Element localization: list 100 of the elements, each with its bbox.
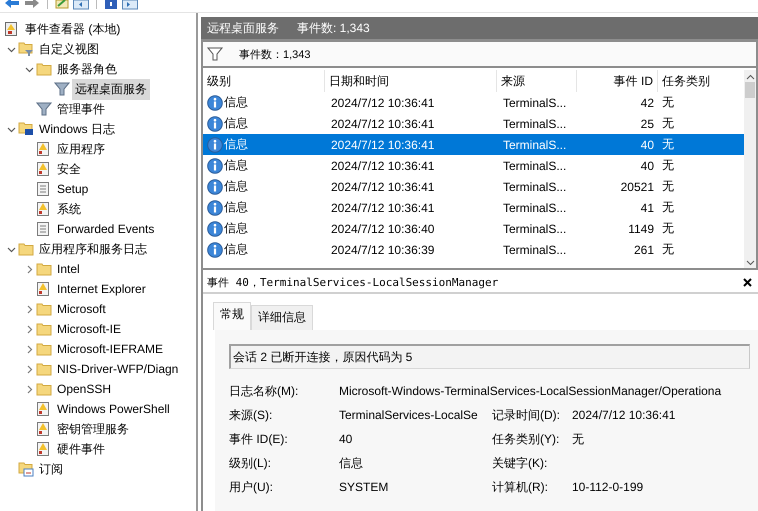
tree-item[interactable]: 服务器角色 [54,58,120,80]
tree-item[interactable]: 管理事件 [54,98,108,120]
folder-icon [36,322,52,336]
field-value: Microsoft-Windows-TerminalServices-LocalSessionManager/Operationa [339,384,722,398]
folder-icon [36,262,52,276]
panel-icon[interactable] [73,0,89,10]
chevron-right-icon[interactable] [24,364,34,374]
tree-item[interactable]: Microsoft-IEFRAME [54,340,166,358]
tree-item[interactable]: Microsoft [54,300,109,318]
event-row[interactable]: 信息 2024/7/12 10:36:41 TerminalS... 25 无 [203,113,744,134]
log-warning-icon [36,141,50,157]
table-cell: 信息 [224,94,248,111]
chevron-down-icon[interactable] [24,64,34,74]
event-count: 事件数：1,343 [239,48,311,62]
chevron-right-icon[interactable] [24,344,34,354]
field-value: 10-112-0-199 [572,480,644,494]
log-warning-icon [36,401,50,417]
event-row[interactable]: 信息 2024/7/12 10:36:40 TerminalS... 1149 无 [203,218,744,239]
folder-icon [36,382,52,396]
column-header[interactable]: 日期和时间 [325,70,497,92]
tab[interactable]: 常规 [213,302,251,330]
chevron-right-icon[interactable] [24,384,34,394]
scroll-up-icon[interactable] [746,74,754,80]
tree-item[interactable]: Internet Explorer [54,280,149,298]
tree-item[interactable]: 自定义视图 [36,38,102,60]
forward-icon[interactable] [24,0,40,10]
event-row[interactable]: 信息 2024/7/12 10:36:41 TerminalS... 41 无 [203,197,744,218]
field-label: 事件 ID(E): [229,430,289,448]
table-cell-text: 无 [661,178,675,195]
info-icon [207,94,223,110]
table-cell-text: 无 [661,241,675,258]
properties-icon[interactable] [55,0,69,10]
info-icon [207,200,223,216]
table-cell: 信息 [224,178,248,195]
panel-icon[interactable] [122,0,138,10]
event-count: 事件数: 1,343 [297,20,370,36]
tree-item[interactable]: 应用程序和服务日志 [36,238,150,260]
tree-item[interactable]: Microsoft-IE [54,320,124,338]
back-icon[interactable] [4,0,20,10]
field-label: 记录时间(D): [492,406,561,424]
help-icon[interactable] [104,0,118,10]
table-cell-text: 无 [661,157,675,174]
folder-icon [36,62,52,76]
log-icon [36,181,50,197]
scrollbar[interactable] [744,70,756,268]
tree-item[interactable]: NIS-Driver-WFP/Diagn [54,360,182,378]
table-cell-text: 20521 [620,180,655,194]
table-cell: 信息 [224,136,248,153]
event-title: 事件 40，TerminalServices-LocalSessionManager [207,274,498,290]
scroll-down-icon[interactable] [746,260,754,266]
tree-item[interactable]: 应用程序 [54,138,108,160]
table-cell-text: 2024/7/12 10:36:39 [330,242,436,256]
tree-item[interactable]: Windows 日志 [36,118,118,140]
tree-item[interactable]: 远程桌面服务 [72,78,150,100]
chevron-right-icon[interactable] [24,304,34,314]
tree-item[interactable]: Setup [54,180,92,198]
tree-item[interactable]: 系统 [54,198,84,220]
chevron-down-icon[interactable] [6,124,16,134]
chevron-right-icon[interactable] [24,324,34,334]
table-cell-text: TerminalS... [502,116,568,130]
filter-icon[interactable] [207,47,223,61]
tree-item[interactable]: OpenSSH [54,380,114,398]
tree-item[interactable]: 订阅 [36,458,66,480]
event-viewer-icon [4,21,18,37]
column-header[interactable]: 事件 ID [577,70,658,92]
table-cell-text: TerminalS... [502,222,568,236]
tree-item[interactable]: Forwarded Events [54,220,158,238]
table-cell: 信息 [224,241,248,258]
tree-item[interactable]: 密钥管理服务 [54,418,132,440]
table-cell-text: TerminalS... [502,138,568,152]
close-icon[interactable] [743,278,752,286]
tree-item[interactable]: 安全 [54,158,84,180]
event-row[interactable]: 信息 2024/7/12 10:36:41 TerminalS... 40 无 [203,155,744,176]
chevron-right-icon[interactable] [24,264,34,274]
field-value: 信息 [339,454,364,472]
table-cell-text: 2024/7/12 10:36:41 [330,180,436,194]
field-label: 用户(U): [229,478,274,496]
chevron-down-icon[interactable] [6,44,16,54]
table-cell-text: TerminalS... [502,200,568,214]
event-row[interactable]: 信息 2024/7/12 10:36:41 TerminalS... 20521 无 [203,176,744,197]
column-header[interactable]: 来源 [497,70,577,92]
tree-item[interactable]: Intel [54,260,83,278]
chevron-down-icon[interactable] [6,244,16,254]
tree-item[interactable]: Windows PowerShell [54,400,173,418]
column-header[interactable]: 级别 [203,70,325,92]
field-value: SYSTEM [339,480,390,494]
tab[interactable]: 详细信息 [251,305,313,330]
scroll-thumb[interactable] [745,82,755,98]
table-cell-text: TerminalS... [502,96,568,110]
event-row[interactable]: 信息 2024/7/12 10:36:39 TerminalS... 261 无 [203,239,744,260]
event-row[interactable]: 信息 2024/7/12 10:36:41 TerminalS... 40 无 [203,134,744,155]
tree-item[interactable]: 事件查看器 (本地) [22,18,124,40]
tree-item[interactable]: 硬件事件 [54,438,108,460]
table-cell-text: 无 [661,199,675,216]
event-row[interactable]: 信息 2024/7/12 10:36:41 TerminalS... 42 无 [203,92,744,113]
folder-icon [36,342,52,356]
table-cell: 信息 [224,199,248,216]
event-description: 会话 2 已断开连接，原因代码为 5 [233,348,412,366]
table-cell-text: 41 [640,200,655,214]
field-label: 日志名称(M): [229,382,300,400]
